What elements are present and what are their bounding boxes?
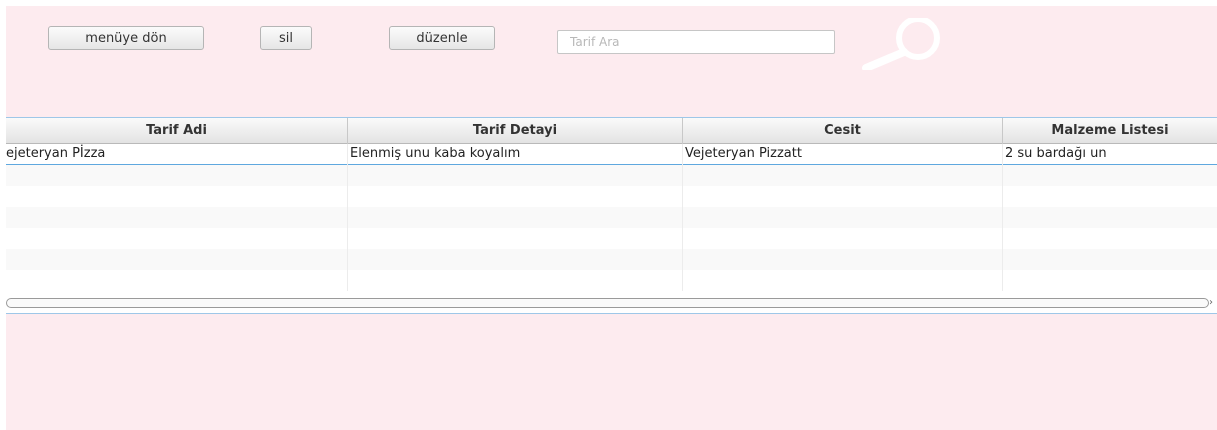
empty-cell (683, 186, 1003, 207)
empty-row (6, 249, 1217, 270)
empty-row (6, 186, 1217, 207)
column-header-tarif-detayi[interactable]: Tarif Detayi (348, 118, 683, 144)
magnifier-icon[interactable] (858, 16, 962, 74)
empty-cell (6, 186, 348, 207)
cell-malzeme-listesi: 2 su bardağı un (1005, 146, 1107, 161)
table-header: Tarif Adi Tarif Detayi Cesit Malzeme Lis… (6, 118, 1217, 144)
empty-cell (348, 165, 683, 186)
table-row[interactable]: ejeteryan Pİzza Elenmiş unu kaba koyalım… (6, 144, 1217, 165)
empty-cell (683, 270, 1003, 291)
menu-button[interactable]: menüye dön (48, 26, 204, 50)
empty-cell (348, 228, 683, 249)
chevron-right-icon[interactable]: › (1209, 297, 1213, 309)
empty-cell (6, 270, 348, 291)
column-header-malzeme-listesi[interactable]: Malzeme Listesi (1003, 118, 1217, 144)
empty-cell (348, 186, 683, 207)
delete-button[interactable]: sil (260, 26, 312, 50)
empty-row (6, 165, 1217, 186)
empty-row (6, 228, 1217, 249)
empty-cell (6, 249, 348, 270)
empty-cell (348, 207, 683, 228)
empty-cell (683, 249, 1003, 270)
cell-cesit: Vejeteryan Pizzatt (683, 144, 1003, 165)
empty-row (6, 207, 1217, 228)
horizontal-scrollbar[interactable] (6, 298, 1209, 308)
empty-cell (683, 207, 1003, 228)
edit-button[interactable]: düzenle (389, 26, 495, 50)
empty-cell (683, 165, 1003, 186)
empty-cell (6, 207, 348, 228)
column-header-cesit[interactable]: Cesit (683, 118, 1003, 144)
search-input[interactable] (557, 30, 835, 54)
empty-row (6, 270, 1217, 291)
recipe-table: Tarif Adi Tarif Detayi Cesit Malzeme Lis… (6, 117, 1217, 314)
cell-tarif-detayi: Elenmiş unu kaba koyalım (348, 144, 683, 165)
empty-cell (348, 270, 683, 291)
empty-cell (348, 249, 683, 270)
empty-cell (6, 165, 348, 186)
column-header-tarif-adi[interactable]: Tarif Adi (6, 118, 348, 144)
cell-tarif-adi: ejeteryan Pİzza (6, 144, 348, 165)
empty-cell (6, 228, 348, 249)
empty-cell (683, 228, 1003, 249)
